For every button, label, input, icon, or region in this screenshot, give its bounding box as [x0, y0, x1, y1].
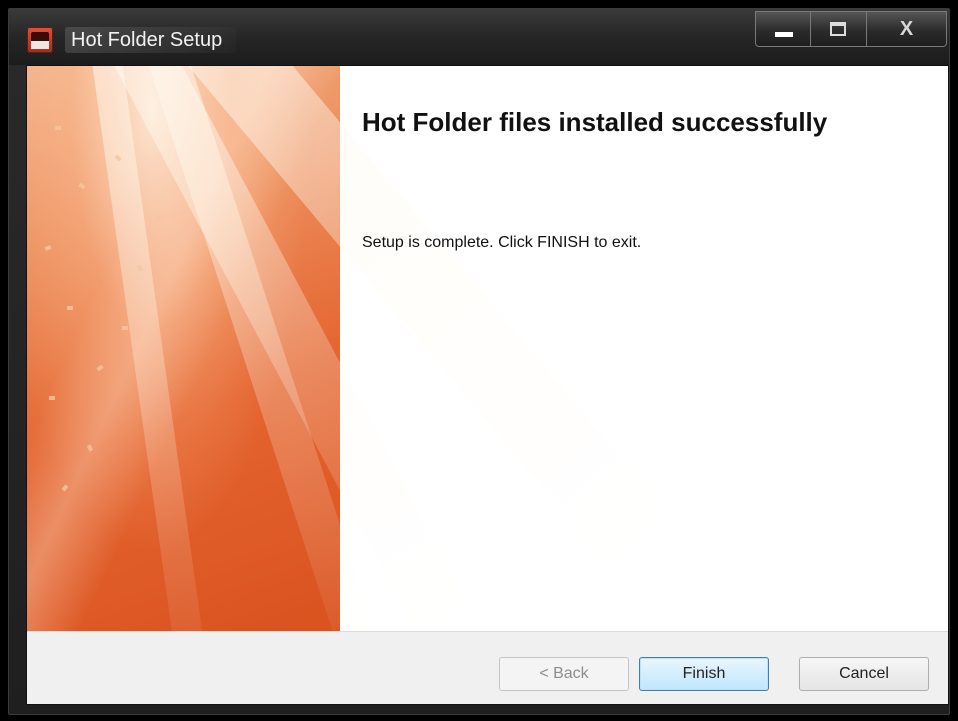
close-icon: X: [899, 18, 914, 40]
window-title: Hot Folder Setup: [65, 27, 237, 53]
page-heading: Hot Folder files installed successfully: [362, 107, 828, 137]
confetti: [86, 444, 94, 452]
confetti: [78, 182, 86, 190]
button-bar: < Back Finish Cancel: [27, 631, 948, 704]
installer-window: Hot Folder Setup X Hot Folder files inst…: [8, 8, 950, 715]
close-button[interactable]: X: [867, 11, 947, 47]
confetti: [156, 215, 164, 221]
hot-folder-app-icon: [27, 27, 53, 53]
confetti: [96, 364, 104, 372]
minimize-icon: [775, 32, 793, 37]
confetti: [55, 126, 61, 130]
confetti: [44, 245, 52, 251]
completion-message: Setup is complete. Click FINISH to exit.: [362, 234, 642, 251]
minimize-button[interactable]: [755, 11, 811, 47]
back-button[interactable]: < Back: [499, 657, 629, 691]
side-banner-image: [27, 66, 688, 704]
confetti: [49, 396, 55, 400]
confetti: [61, 484, 69, 492]
cancel-button[interactable]: Cancel: [799, 657, 929, 691]
maximize-button[interactable]: [811, 11, 867, 47]
finish-button[interactable]: Finish: [639, 657, 769, 691]
confetti: [122, 326, 128, 330]
wizard-page: Hot Folder files installed successfully …: [26, 65, 949, 705]
maximize-icon: [830, 22, 846, 36]
title-bar[interactable]: Hot Folder Setup X: [9, 9, 949, 65]
confetti: [67, 306, 73, 310]
caption-buttons: X: [755, 11, 947, 51]
